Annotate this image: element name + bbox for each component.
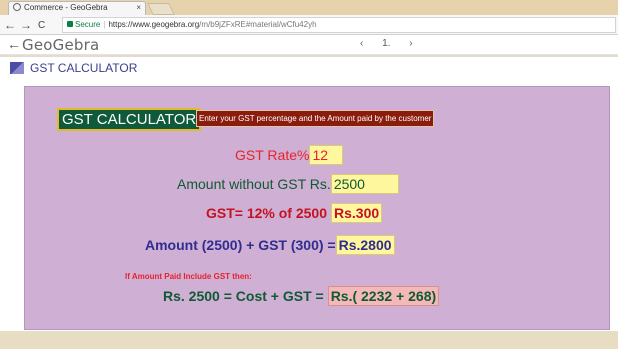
gst-rate-label: GST Rate%	[235, 147, 310, 163]
lock-icon	[67, 21, 73, 27]
breakup-label: Rs. 2500 = Cost + GST =	[163, 288, 324, 304]
url-path: /m/b9jZFxRE#material/wCfu42yh	[199, 20, 317, 29]
geogebra-favicon-icon	[13, 3, 21, 11]
bottom-border	[0, 331, 618, 349]
gst-formula-label: GST= 12% of 2500	[206, 205, 328, 221]
tab-close-icon[interactable]: ×	[136, 2, 141, 14]
url-host: https://www.geogebra.org	[108, 20, 200, 29]
tab-title: Commerce - GeoGebra	[24, 3, 108, 12]
forward-icon[interactable]: →	[20, 17, 32, 33]
browser-toolbar: ← → C Secure | https://www.geogebra.org/m/…	[0, 15, 618, 35]
breakup-value: Rs.( 2232 + 268)	[327, 286, 440, 306]
reload-icon[interactable]: C	[38, 18, 45, 34]
header-flag-icon	[10, 62, 24, 74]
gst-rate-row: GST Rate% 12	[235, 145, 344, 165]
gst-formula-row: GST= 12% of 2500 Rs.300	[206, 203, 383, 223]
new-tab-button[interactable]	[147, 3, 175, 15]
include-gst-note: If Amount Paid Include GST then:	[125, 272, 252, 281]
geogebra-logo[interactable]: GeoGebra	[22, 36, 99, 54]
total-label: Amount (2500) + GST (300) =	[145, 237, 336, 253]
prev-page-icon[interactable]: ‹	[360, 38, 363, 49]
browser-window: Commerce - GeoGebra × ← → C Secure | https…	[0, 0, 618, 349]
total-row: Amount (2500) + GST (300) = Rs.2800	[145, 235, 395, 255]
instruction-banner: Enter your GST percentage and the Amount…	[196, 110, 435, 127]
calculator-panel: GST CALCULATOR Enter your GST percentage…	[24, 86, 610, 330]
calculator-badge: GST CALCULATOR	[57, 108, 202, 131]
page-number: 1.	[382, 38, 391, 49]
geogebra-back-icon[interactable]: ←	[7, 36, 21, 52]
title-bar: Commerce - GeoGebra ×	[0, 0, 618, 15]
gst-amount-value: Rs.300	[331, 203, 383, 223]
back-icon[interactable]: ←	[4, 17, 16, 33]
geogebra-bar: ← GeoGebra ‹ 1. ›	[0, 35, 618, 55]
page-content: GST CALCULATOR GST CALCULATOR Enter your…	[0, 56, 618, 349]
address-bar[interactable]: Secure | https://www.geogebra.org/m/b9jZFx…	[62, 17, 616, 33]
browser-tab[interactable]: Commerce - GeoGebra ×	[8, 1, 146, 15]
amount-label: Amount without GST Rs.	[177, 176, 331, 192]
breakup-row: Rs. 2500 = Cost + GST = Rs.( 2232 + 268)	[163, 286, 440, 306]
page-title: GST CALCULATOR	[30, 61, 138, 75]
next-page-icon[interactable]: ›	[409, 38, 412, 49]
gst-rate-input[interactable]: 12	[309, 145, 344, 165]
amount-row: Amount without GST Rs. 2500	[177, 174, 399, 194]
url-separator: |	[103, 20, 106, 29]
secure-label: Secure	[75, 20, 101, 29]
total-value: Rs.2800	[335, 235, 395, 255]
amount-input[interactable]: 2500	[330, 174, 399, 194]
page-navigator: ‹ 1. ›	[352, 38, 421, 49]
